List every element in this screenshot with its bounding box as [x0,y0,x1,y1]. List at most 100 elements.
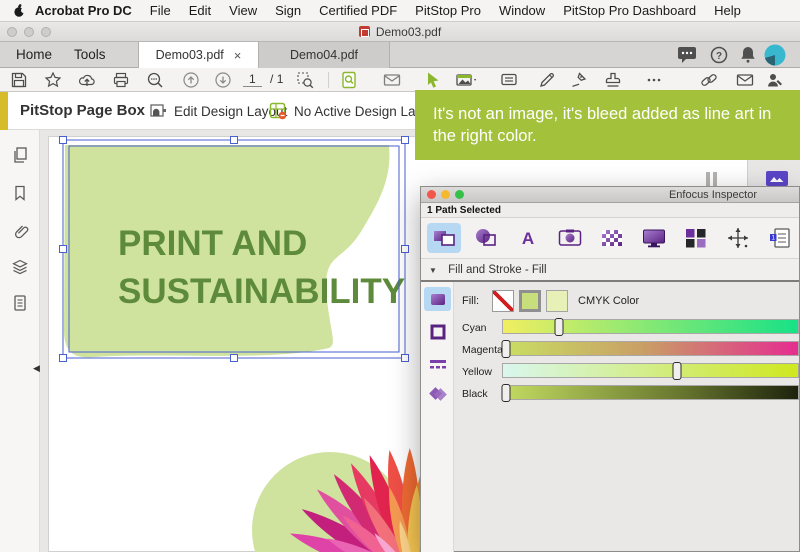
fill-stroke-section-header[interactable]: ▼ Fill and Stroke - Fill [421,259,799,282]
scrollbar[interactable] [713,172,717,186]
menu-item-view[interactable]: View [220,0,266,22]
send-email-icon[interactable] [736,71,754,89]
channel-label: Cyan [462,322,487,334]
edit-design-layout-icon [148,101,168,121]
design-layout-grid-icon [268,101,288,121]
tool-fill-stroke[interactable] [427,223,461,253]
yellow-slider[interactable] [502,363,799,378]
channel-label: Magenta [462,344,503,356]
tool-image[interactable] [553,223,587,253]
inspector-zoom-button[interactable] [455,190,464,199]
inspector-content: Fill: CMYK Color Cyan Magenta [421,282,799,552]
tool-separations[interactable] [679,223,713,253]
doc-tab-demo04[interactable]: Demo04.pdf [259,42,390,68]
pencil-edit-icon[interactable] [538,71,556,89]
menu-item-window[interactable]: Window [490,0,554,22]
apple-logo-icon[interactable] [12,3,26,18]
channel-label: Yellow [462,366,492,378]
doc-tab-demo03[interactable]: Demo03.pdf × [138,42,259,68]
magenta-slider-thumb[interactable] [501,340,510,358]
inspector-close-button[interactable] [427,190,436,199]
callout-banner-text: It's not an image, it's bleed added as l… [433,105,771,145]
swatch-light-green[interactable] [546,290,568,312]
dash-pattern-icon[interactable] [424,352,451,376]
previous-page-icon[interactable] [182,71,200,89]
tool-screen-preview[interactable] [637,223,671,253]
find-icon[interactable] [146,71,164,89]
edit-design-layout-button[interactable]: Edit Design Layout [148,92,287,130]
page-total: / 1 [270,72,283,86]
star-icon[interactable] [44,71,62,89]
tool-shapes[interactable] [469,223,503,253]
comment-icon[interactable] [676,45,698,65]
email-icon[interactable] [383,71,401,89]
callout-banner: It's not an image, it's bleed added as l… [415,90,800,160]
save-icon[interactable] [10,71,28,89]
next-page-icon[interactable] [214,71,232,89]
tab-tools[interactable]: Tools [60,42,120,68]
tool-prepress-info[interactable]: 1 [763,223,797,253]
cyan-slider[interactable] [502,319,799,334]
fill-icon[interactable] [424,287,451,311]
stroke-icon[interactable] [424,320,451,344]
link-icon[interactable] [700,71,718,89]
marquee-zoom-icon[interactable] [296,71,314,89]
pages-icon[interactable] [11,146,29,164]
black-slider-thumb[interactable] [501,384,510,402]
tool-pattern[interactable] [595,223,629,253]
magenta-slider[interactable] [502,341,799,356]
swatch-active-green[interactable] [519,290,541,312]
menu-item-edit[interactable]: Edit [180,0,220,22]
paperclip-icon[interactable] [11,222,29,240]
tool-position[interactable] [721,223,755,253]
tool-text[interactable]: A [511,223,545,253]
section-collapse-icon[interactable]: ▼ [429,266,437,275]
menu-item-pitstop-pro[interactable]: PitStop Pro [406,0,490,22]
color-model-label: CMYK Color [578,295,639,307]
swatch-none[interactable] [492,290,514,312]
nav-pane-sidebar: ◀ [0,130,40,552]
layers-icon[interactable] [11,258,29,276]
svg-text:A: A [522,229,534,248]
channel-label: Black [462,388,488,400]
scrollbar[interactable] [706,172,710,186]
image-tool-icon[interactable] [455,71,479,89]
fill-label: Fill: [462,295,479,307]
more-tools-icon[interactable] [645,71,663,89]
print-icon[interactable] [112,71,130,89]
page-number-input[interactable]: 1 [243,72,262,87]
people-icon[interactable] [766,71,784,89]
inspector-minimize-button[interactable] [441,190,450,199]
menu-item-file[interactable]: File [141,0,180,22]
page-indicator[interactable]: 1 / 1 [243,72,283,86]
tagged-content-icon[interactable] [11,294,29,312]
close-tab-icon[interactable]: × [234,48,242,63]
cyan-slider-thumb[interactable] [555,318,564,336]
yellow-slider-thumb[interactable] [673,362,682,380]
collapse-pane-icon[interactable]: ◀ [33,363,40,374]
blend-icon[interactable] [424,382,451,406]
pitstop-select-icon[interactable] [424,71,442,89]
comment-note-icon[interactable] [500,71,518,89]
share-upload-icon[interactable] [78,71,96,89]
certified-pdf-icon [359,26,370,37]
avatar[interactable] [764,44,786,66]
sign-icon[interactable] [570,71,588,89]
black-slider[interactable] [502,385,799,400]
help-icon[interactable]: ? [708,45,730,65]
bell-icon[interactable] [737,45,759,65]
menu-item-sign[interactable]: Sign [266,0,310,22]
tab-home[interactable]: Home [2,42,66,68]
inspector-title-bar[interactable]: Enfocus Inspector [421,187,799,203]
pitstop-inspect-icon[interactable] [340,71,358,89]
channel-row-magenta: Magenta [454,340,799,360]
pdf-image-badge-icon[interactable] [766,171,788,186]
bookmark-icon[interactable] [11,184,29,202]
doc-heading-line2: SUSTAINABILITY [118,272,405,311]
stamp-icon[interactable] [604,71,622,89]
doc-tab-label: Demo04.pdf [290,48,358,62]
menu-item-certified-pdf[interactable]: Certified PDF [310,0,406,22]
menu-item-app[interactable]: Acrobat Pro DC [26,0,141,22]
menu-item-help[interactable]: Help [705,0,750,22]
menu-item-pitstop-dashboard[interactable]: PitStop Pro Dashboard [554,0,705,22]
